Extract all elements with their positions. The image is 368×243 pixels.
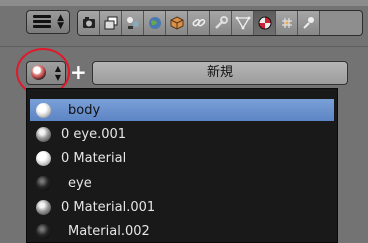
list-item[interactable]: Material.002 — [30, 220, 334, 242]
list-item[interactable]: 0 eye.001 — [30, 123, 334, 145]
material-browse-menu: body 0 eye.001 0 Material eye 0 Material… — [26, 88, 338, 243]
list-item-label: 0 Material.001 — [61, 199, 156, 215]
plus-icon[interactable]: + — [70, 62, 87, 82]
list-item-label: 0 Material — [61, 150, 127, 166]
material-swatch-icon — [36, 150, 51, 166]
data-icon[interactable] — [232, 11, 254, 35]
updown-arrows-icon: ▲ ▼ — [57, 13, 64, 31]
list-item-label: eye — [68, 175, 92, 191]
render-icon[interactable] — [78, 11, 100, 35]
header-divider — [0, 46, 368, 47]
list-item[interactable]: eye — [30, 172, 334, 194]
material-swatch-icon — [36, 175, 51, 191]
material-swatch-icon — [36, 223, 51, 239]
material-swatch-icon — [36, 199, 51, 215]
scene-icon[interactable] — [122, 11, 144, 35]
material-swatch-icon — [36, 102, 51, 118]
list-item-label: Material.002 — [68, 223, 150, 239]
editor-type-button[interactable]: ▲ ▼ — [26, 10, 70, 34]
modifiers-icon[interactable] — [210, 11, 232, 35]
list-item[interactable]: 0 Material.001 — [30, 196, 334, 218]
list-item[interactable]: 0 Material — [30, 147, 334, 169]
world-icon[interactable] — [144, 11, 166, 35]
properties-editor-icon — [33, 15, 51, 29]
list-item[interactable]: body — [30, 99, 334, 121]
constraints-icon[interactable] — [188, 11, 210, 35]
material-icon[interactable] — [254, 11, 276, 35]
new-material-button[interactable]: 新規 — [92, 61, 348, 85]
material-swatch-icon — [36, 126, 51, 142]
texture-icon[interactable] — [276, 11, 298, 35]
render-layers-icon[interactable] — [100, 11, 122, 35]
object-icon[interactable] — [166, 11, 188, 35]
list-item-label: body — [68, 102, 101, 118]
context-tabs — [77, 10, 363, 36]
particles-icon[interactable] — [298, 11, 320, 35]
list-item-label: 0 eye.001 — [61, 126, 127, 142]
